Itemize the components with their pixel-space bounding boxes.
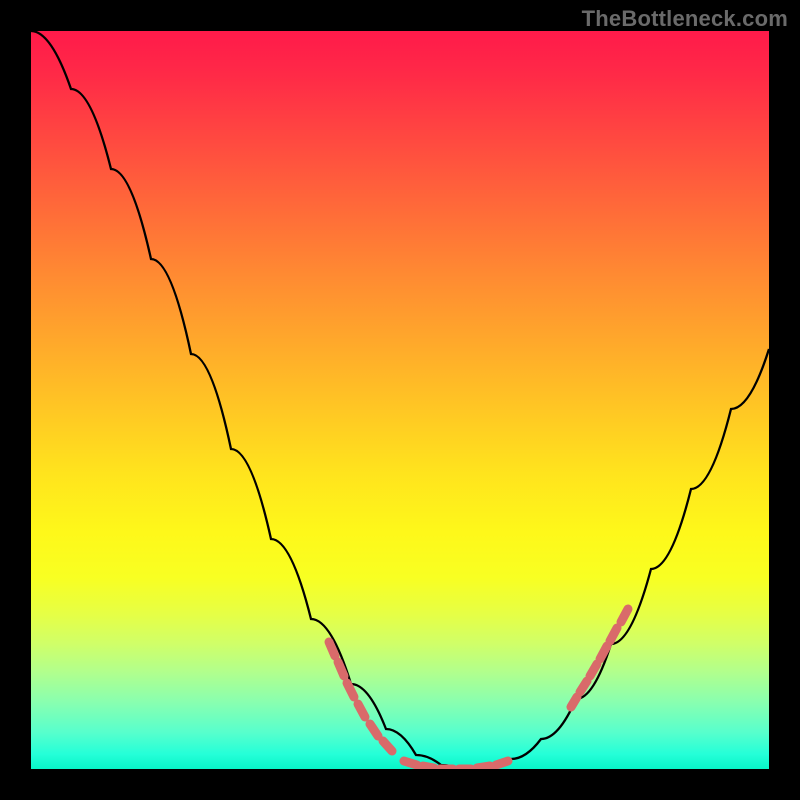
dash-segment xyxy=(347,683,354,697)
dash-segment xyxy=(571,697,577,707)
watermark-text: TheBottleneck.com xyxy=(582,6,788,32)
dash-segment xyxy=(610,628,617,641)
dash-segment xyxy=(580,681,587,692)
dash-segment xyxy=(383,741,392,751)
dash-segment xyxy=(496,761,508,765)
chart-area xyxy=(31,31,769,769)
dash-segment xyxy=(600,646,607,659)
dash-segment xyxy=(329,642,335,656)
curve-plot xyxy=(31,31,769,769)
dash-segment xyxy=(404,761,417,765)
main-curve xyxy=(31,31,769,769)
dash-segment xyxy=(590,664,597,676)
dash-segment xyxy=(338,662,344,676)
dash-segment xyxy=(423,766,434,768)
dash-segment xyxy=(477,766,490,768)
dash-segment xyxy=(370,724,378,736)
dash-segment xyxy=(358,704,365,717)
dash-segment xyxy=(621,609,628,622)
